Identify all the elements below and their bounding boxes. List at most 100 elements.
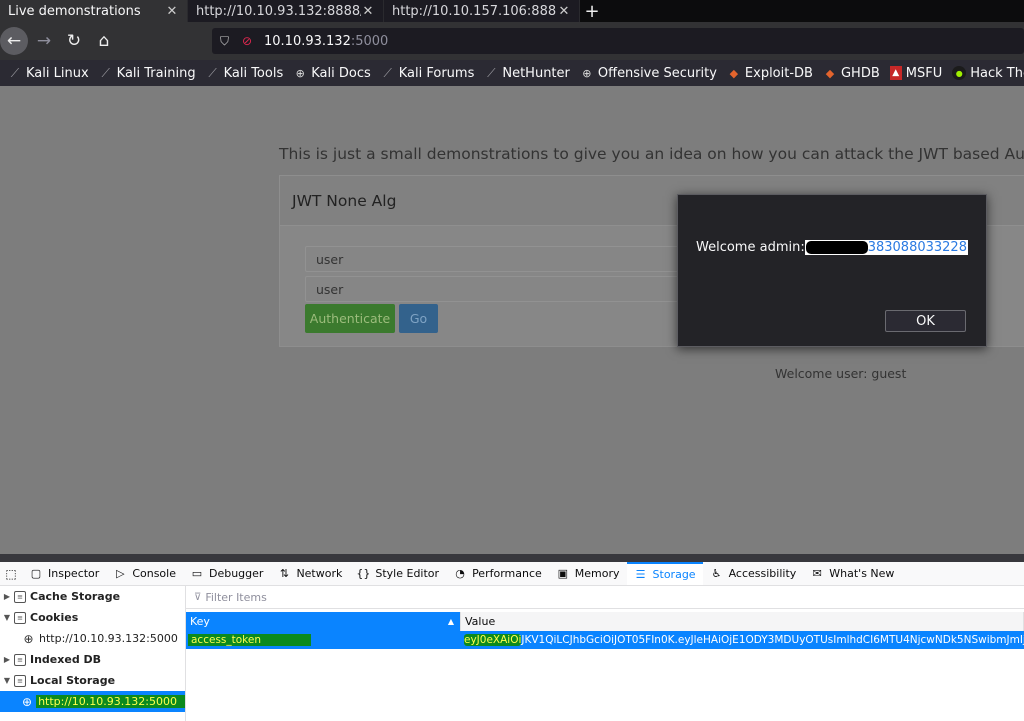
new-tab-icon[interactable]: + [580, 0, 604, 22]
dialog-message: Welcome admin: 383088033228 [696, 240, 968, 255]
network-icon: ⇅ [279, 567, 290, 580]
element-picker-icon[interactable]: ⬚ [0, 567, 22, 581]
tab-jwt-8888-1[interactable]: http://10.10.93.132:8888/lo ✕ [188, 0, 384, 22]
globe-icon: ⊕ [23, 631, 34, 646]
highlighted-origin: http://10.10.93.132:5000 [36, 695, 185, 708]
value-column-header[interactable]: Value [461, 612, 1024, 631]
insecure-lock-icon[interactable]: ⊘ [242, 34, 258, 48]
tab-title: http://10.10.93.132:8888/lo [196, 3, 361, 19]
tab-title: http://10.10.157.106:8888/lo [392, 3, 557, 19]
tree-item-indexed-db[interactable]: ▶ ≡ Indexed DB [0, 649, 185, 670]
globe-icon: ⊕ [582, 66, 592, 80]
alert-dialog: Welcome admin: 383088033228 OK [677, 194, 987, 347]
highlighted-value-prefix: eyJ0eXAiOi [464, 634, 522, 646]
devtools-splitter[interactable] [0, 554, 1024, 562]
tree-item-cookies[interactable]: ▼ ≡ Cookies [0, 607, 185, 628]
intro-text: This is just a small demonstrations to g… [279, 145, 1024, 163]
kali-dragon-icon: ⟋ [383, 65, 392, 80]
welcome-user-text: Welcome user: guest [775, 366, 907, 381]
devtools-panel: ⬚ ▢ Inspector ▷ Console ▭ Debugger ⇅ Network… [0, 562, 1024, 721]
reload-icon[interactable]: ↻ [60, 27, 88, 55]
value-rest: JKV1QiLCJhbGciOiJOT05FIn0K.eyJleHAiOjE1O… [521, 634, 1024, 646]
close-tab-icon[interactable]: ✕ [557, 4, 571, 19]
forward-arrow-icon[interactable]: → [30, 27, 58, 55]
exploit-db-icon: ◆ [729, 66, 739, 80]
tree-item-local-storage-origin[interactable]: ⊕ http://10.10.93.132:5000 [0, 691, 185, 712]
dialog-message-suffix: 383088033228 [867, 240, 967, 255]
expand-arrow-icon[interactable]: ▶ [2, 592, 12, 601]
htb-icon: ● [952, 66, 967, 80]
table-row[interactable]: access_token eyJ0eXAiOi JKV1QiLCJhbGciOiJ… [186, 631, 1024, 649]
bookmark-nethunter[interactable]: ⟋ NetHunter [484, 66, 570, 81]
bookmark-hack-the-box[interactable]: ●Hack The Box :: Pene [952, 66, 1024, 81]
tab-live-demonstrations[interactable]: Live demonstrations ✕ [0, 0, 188, 22]
tab-console[interactable]: ▷ Console [106, 562, 183, 585]
performance-icon: ◔ [455, 567, 465, 580]
accessibility-icon: ♿ [711, 567, 722, 580]
memory-icon: ▣ [557, 567, 568, 580]
bookmark-kali-linux[interactable]: ⟋ Kali Linux [8, 66, 89, 81]
filter-items-input[interactable]: ⊽ Filter Items [186, 586, 1024, 609]
url-bar[interactable]: ⛉ ⊘ 10.10.93.132:5000 [212, 28, 1024, 54]
tab-whats-new[interactable]: ✉ What's New [803, 562, 901, 585]
authenticate-button[interactable]: Authenticate [305, 304, 395, 333]
kali-dragon-icon: ⟋ [208, 65, 217, 80]
inspector-icon: ▢ [30, 567, 42, 580]
bookmark-kali-forums[interactable]: ⟋ Kali Forums [381, 66, 475, 81]
bookmark-kali-tools[interactable]: ⟋ Kali Tools [206, 65, 283, 81]
key-column-header[interactable]: Key ▲ [186, 612, 461, 631]
kali-dragon-icon: ⟋ [487, 65, 496, 80]
tab-style-editor[interactable]: {} Style Editor [349, 562, 446, 585]
style-editor-icon: {} [356, 567, 371, 580]
collapse-arrow-icon[interactable]: ▼ [2, 676, 12, 685]
tree-item-local-storage[interactable]: ▼ ≡ Local Storage [0, 670, 185, 691]
bookmark-ghdb[interactable]: ◆ GHDB [823, 66, 880, 81]
exploit-db-icon: ◆ [825, 66, 835, 80]
browser-tab-bar: Live demonstrations ✕ http://10.10.93.13… [0, 0, 1024, 22]
selected-text: 383088033228 [804, 240, 968, 255]
database-icon: ≡ [14, 611, 26, 624]
database-icon: ≡ [14, 674, 26, 687]
storage-table-area: ⊽ Filter Items Key ▲ Value access_token … [186, 586, 1024, 721]
expand-arrow-icon[interactable]: ▶ [2, 655, 12, 664]
storage-icon: ☰ [635, 568, 646, 581]
bookmark-offensive-security[interactable]: ⊕ Offensive Security [580, 66, 717, 81]
go-button[interactable]: Go [399, 304, 438, 333]
navigation-toolbar: ← → ↻ ⌂ ⛉ ⊘ 10.10.93.132:5000 [0, 22, 1024, 60]
tab-inspector[interactable]: ▢ Inspector [22, 562, 106, 585]
redaction-scribble [805, 241, 868, 254]
url-port: :5000 [350, 33, 389, 49]
tree-item-cookies-origin[interactable]: ⊕ http://10.10.93.132:5000 [0, 628, 185, 649]
tab-network[interactable]: ⇅ Network [270, 562, 349, 585]
kali-dragon-icon: ⟋ [101, 65, 110, 80]
tab-accessibility[interactable]: ♿ Accessibility [703, 562, 804, 585]
close-tab-icon[interactable]: ✕ [165, 4, 179, 19]
kali-dragon-icon: ⟋ [10, 65, 20, 80]
tab-storage[interactable]: ☰ Storage [626, 562, 703, 585]
whats-new-icon: ✉ [812, 567, 822, 580]
tab-performance[interactable]: ◔ Performance [446, 562, 549, 585]
collapse-arrow-icon[interactable]: ▼ [2, 613, 12, 622]
tab-memory[interactable]: ▣ Memory [549, 562, 627, 585]
back-arrow-icon[interactable]: ← [0, 27, 28, 55]
bookmark-kali-docs[interactable]: ⊕ Kali Docs [293, 66, 371, 81]
tracking-shield-icon[interactable]: ⛉ [220, 34, 236, 49]
bookmark-msfu[interactable]: ▲ MSFU [889, 66, 942, 81]
tab-jwt-8888-2[interactable]: http://10.10.157.106:8888/lo ✕ [384, 0, 580, 22]
cell-value: eyJ0eXAiOi JKV1QiLCJhbGciOiJOT05FIn0K.eyJ… [461, 631, 1024, 649]
ok-button[interactable]: OK [885, 310, 966, 332]
highlighted-key: access_token [188, 634, 311, 646]
bookmark-kali-training[interactable]: ⟋ Kali Training [99, 65, 195, 81]
debugger-icon: ▭ [191, 567, 203, 580]
tab-debugger[interactable]: ▭ Debugger [183, 562, 270, 585]
bookmark-exploit-db[interactable]: ◆ Exploit-DB [727, 66, 813, 81]
storage-tree: ▶ ≡ Cache Storage ▼ ≡ Cookies ⊕ http://1… [0, 586, 186, 721]
sort-ascending-icon: ▲ [447, 617, 454, 626]
tree-item-cache-storage[interactable]: ▶ ≡ Cache Storage [0, 586, 185, 607]
msfu-icon: ▲ [889, 66, 902, 80]
database-icon: ≡ [14, 653, 26, 666]
home-icon[interactable]: ⌂ [90, 27, 118, 55]
dialog-message-prefix: Welcome admin: [696, 240, 805, 255]
close-tab-icon[interactable]: ✕ [361, 4, 375, 19]
globe-icon: ⊕ [295, 66, 305, 80]
